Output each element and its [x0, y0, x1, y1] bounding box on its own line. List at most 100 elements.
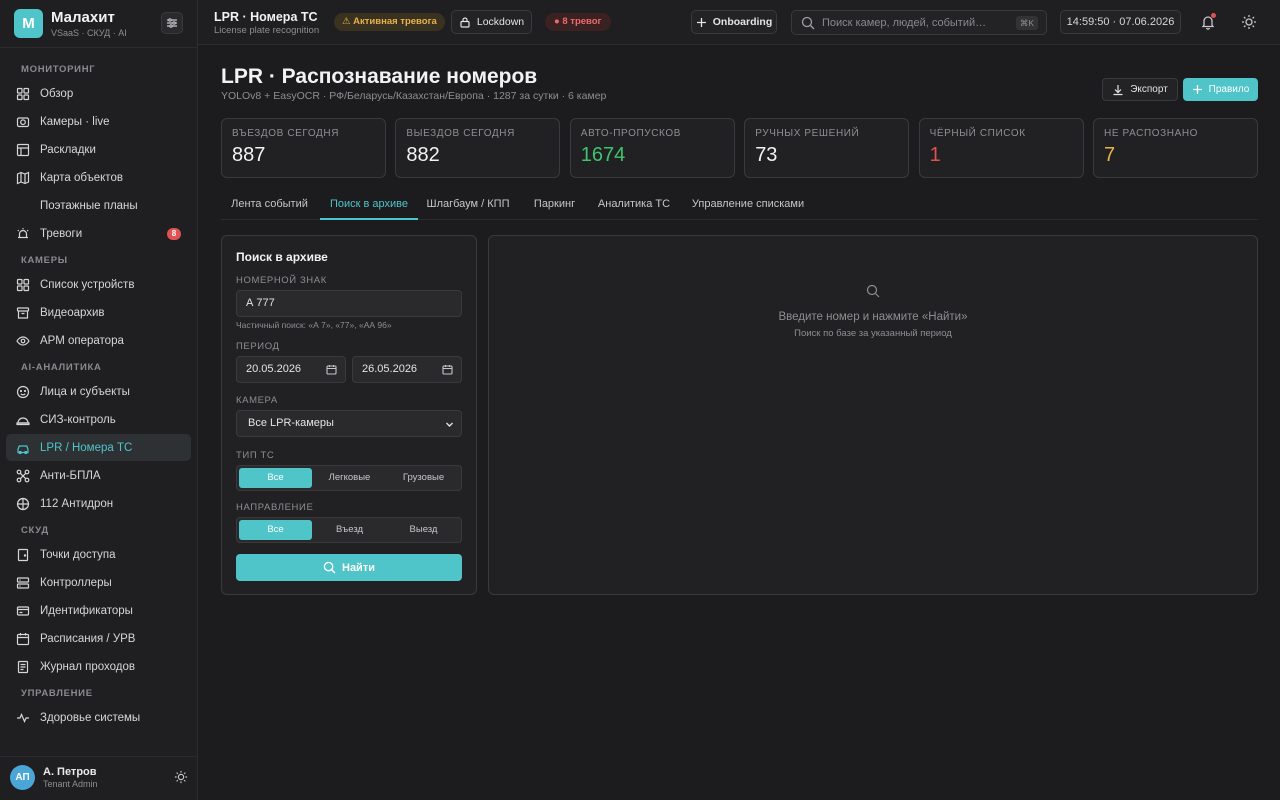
tab[interactable]: Поиск в архиве	[320, 190, 418, 220]
tab[interactable]: Управление списками	[688, 190, 808, 220]
sidebar-item[interactable]: Точки доступа	[6, 541, 191, 568]
panel-title: Поиск в архиве	[236, 250, 328, 264]
lockdown-button[interactable]: Lockdown	[451, 10, 532, 34]
search-icon	[866, 284, 880, 298]
sidebar-item-label: Расписания / УРВ	[40, 632, 136, 645]
sidebar-item[interactable]: Тревоги 8	[6, 220, 191, 247]
lockdown-label: Lockdown	[476, 16, 525, 28]
sidebar-item[interactable]: Лица и субъекты	[6, 378, 191, 405]
find-button[interactable]: Найти	[236, 554, 462, 581]
sidebar-item-label: Лица и субъекты	[40, 385, 130, 398]
sidebar-item[interactable]: Анти-БПЛА	[6, 462, 191, 489]
header-subtitle: License plate recognition	[214, 25, 320, 36]
eye-icon	[16, 335, 30, 346]
segment-option[interactable]: Все	[239, 520, 312, 540]
sun-icon[interactable]	[174, 770, 188, 784]
sidebar-item[interactable]: LPR / Номера ТС	[6, 434, 191, 461]
camera-select[interactable]: Все LPR-камеры	[236, 410, 462, 437]
export-button[interactable]: Экспорт	[1102, 78, 1178, 101]
sidebar-item-label: Контроллеры	[40, 576, 112, 589]
archive-search-panel: Поиск в архиве НОМЕРНОЙ ЗНАК А 777 Части…	[221, 235, 477, 595]
sidebar-item[interactable]: Обзор	[6, 80, 191, 107]
sidebar-item[interactable]: Поэтажные планы	[6, 192, 191, 219]
log-icon	[17, 660, 29, 673]
sidebar-item[interactable]: 112 Антидрон	[6, 490, 191, 517]
header-title: LPR · Номера ТС	[214, 10, 318, 24]
alarm-icon	[17, 227, 29, 238]
onboarding-button[interactable]: Onboarding	[691, 10, 777, 34]
plus-icon	[1192, 85, 1202, 94]
nav-section-title: СКУД	[21, 525, 49, 536]
date-to-input[interactable]: 26.05.2026	[352, 356, 462, 383]
tab[interactable]: Паркинг	[528, 190, 581, 220]
segment-option[interactable]: Выезд	[387, 520, 460, 540]
server-icon	[16, 576, 30, 589]
sidebar-item[interactable]: Раскладки	[6, 136, 191, 163]
sidebar-item[interactable]: Журнал проходов	[6, 653, 191, 680]
calendar-icon	[16, 632, 30, 645]
active-alarm-badge[interactable]: ⚠ Активная тревога	[334, 13, 445, 31]
user-role: Tenant Admin	[43, 779, 98, 789]
user-profile[interactable]: АП А. Петров Tenant Admin	[10, 765, 190, 791]
tab[interactable]: Шлагбаум / КПП	[421, 190, 515, 220]
sidebar-item[interactable]: Идентификаторы	[6, 597, 191, 624]
segment-option[interactable]: Грузовые	[387, 468, 460, 488]
segment-option[interactable]: Легковые	[313, 468, 386, 488]
nav-section-title: УПРАВЛЕНИЕ	[21, 688, 93, 699]
global-search[interactable]: ⌘K	[791, 10, 1047, 35]
sidebar-item[interactable]: Видеоархив	[6, 299, 191, 326]
search-input[interactable]	[822, 11, 1012, 34]
search-shortcut: ⌘K	[1015, 16, 1038, 30]
sidebar-item-label: Анти-БПЛА	[40, 469, 101, 482]
plate-input[interactable]: А 777	[236, 290, 462, 317]
add-rule-button[interactable]: Правило	[1183, 78, 1258, 101]
sun-icon[interactable]	[1241, 14, 1257, 30]
download-icon	[1113, 84, 1123, 95]
sidebar-item[interactable]: СИЗ-контроль	[6, 406, 191, 433]
radar-icon	[16, 497, 30, 510]
stat-card: АВТО-ПРОПУСКОВ 1674	[569, 118, 735, 178]
plate-label: НОМЕРНОЙ ЗНАК	[236, 275, 327, 286]
segment-option[interactable]: Въезд	[313, 520, 386, 540]
sidebar-item-label: Точки доступа	[40, 548, 116, 561]
sidebar-item[interactable]: Список устройств	[6, 271, 191, 298]
stat-card: ЧЁРНЫЙ СПИСОК 1	[918, 118, 1084, 178]
pulse-icon	[17, 712, 29, 723]
empty-state-subtitle: Поиск по базе за указанный период	[794, 328, 952, 339]
sidebar-item[interactable]: Расписания / УРВ	[6, 625, 191, 652]
sidebar-toggle-button[interactable]	[161, 12, 183, 34]
sidebar-item-label: LPR / Номера ТС	[40, 441, 133, 454]
nav-section-title: AI-АНАЛИТИКА	[21, 362, 102, 373]
rule-label: Правило	[1208, 84, 1250, 95]
stat-label: РУЧНЫХ РЕШЕНИЙ	[755, 128, 860, 139]
sidebar-item[interactable]: АРМ оператора	[6, 327, 191, 354]
tab[interactable]: Аналитика ТС	[594, 190, 674, 220]
main-content: LPR · Распознавание номеров YOLOv8 + Eas…	[198, 45, 1280, 800]
sidebar-item[interactable]: Здоровье системы	[6, 704, 191, 731]
calendar-icon	[326, 365, 337, 375]
sidebar-item-label: Карта объектов	[40, 171, 123, 184]
sidebar-item[interactable]: Камеры · live	[6, 108, 191, 135]
sidebar-item-label: Идентификаторы	[40, 604, 133, 617]
lock-icon	[460, 17, 470, 28]
stat-label: АВТО-ПРОПУСКОВ	[580, 128, 681, 139]
face-icon	[16, 385, 30, 398]
brand-logo: М	[14, 9, 43, 38]
sidebar-item-label: АРМ оператора	[40, 334, 124, 347]
tab-bar: Лента событий Поиск в архиве Шлагбаум / КП…	[221, 190, 1258, 220]
sidebar-item[interactable]: Контроллеры	[6, 569, 191, 596]
date-from-input[interactable]: 20.05.2026	[236, 356, 346, 383]
brand[interactable]: М Малахит VSaaS · СКУД · AI	[14, 9, 184, 39]
divider	[0, 756, 198, 757]
segment-option[interactable]: Все	[239, 468, 312, 488]
stat-value: 7	[1104, 144, 1116, 166]
date-to-value: 26.05.2026	[362, 363, 418, 375]
stat-value: 73	[755, 144, 778, 166]
sidebar-item-label: Раскладки	[40, 143, 96, 156]
tab[interactable]: Лента событий	[221, 190, 318, 220]
page-subtitle: YOLOv8 + EasyOCR · РФ/Беларусь/Казахстан…	[221, 90, 607, 102]
alarm-count-badge: 8	[167, 228, 181, 240]
alerts-count-badge[interactable]: ● 8 тревог	[545, 13, 611, 31]
sidebar-item[interactable]: Карта объектов	[6, 164, 191, 191]
empty-state-title: Введите номер и нажмите «Найти»	[778, 311, 968, 323]
